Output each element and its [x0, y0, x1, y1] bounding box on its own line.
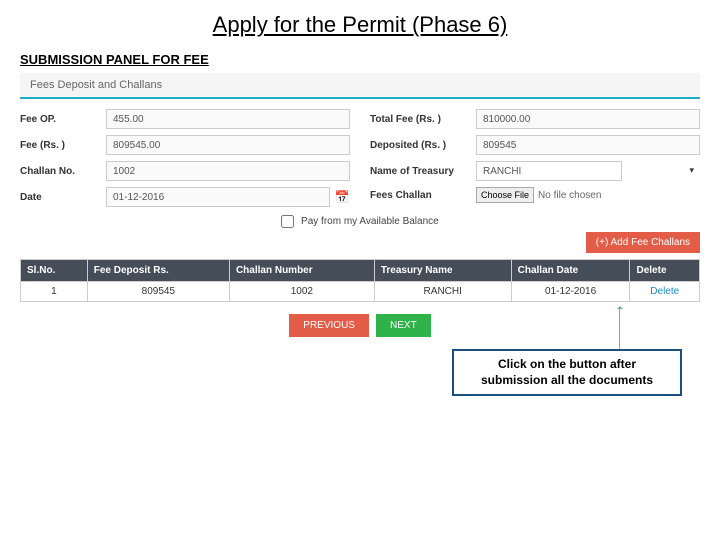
- challan-no-label: Challan No.: [20, 166, 100, 177]
- col-challan-number: Challan Number: [229, 260, 374, 282]
- date-label: Date: [20, 192, 100, 203]
- challans-table: Sl.No. Fee Deposit Rs. Challan Number Tr…: [20, 259, 700, 302]
- previous-button[interactable]: PREVIOUS: [289, 314, 369, 337]
- page-title: Apply for the Permit (Phase 6): [0, 12, 720, 38]
- next-button[interactable]: NEXT: [376, 314, 431, 337]
- treasury-select[interactable]: [476, 161, 622, 181]
- fee-op-label: Fee OP.: [20, 114, 100, 125]
- fee-rs-label: Fee (Rs. ): [20, 140, 100, 151]
- col-deposit: Fee Deposit Rs.: [87, 260, 229, 282]
- col-slno: Sl.No.: [21, 260, 88, 282]
- section-title: SUBMISSION PANEL FOR FEE: [20, 52, 720, 67]
- cell-challan-date: 01-12-2016: [511, 282, 630, 302]
- col-treasury: Treasury Name: [374, 260, 511, 282]
- fees-challan-label: Fees Challan: [370, 190, 470, 201]
- col-delete: Delete: [630, 260, 700, 282]
- choose-file-button[interactable]: Choose File: [476, 187, 534, 203]
- date-input[interactable]: [106, 187, 330, 207]
- cell-treasury: RANCHI: [374, 282, 511, 302]
- deposited-label: Deposited (Rs. ): [370, 140, 470, 151]
- pay-balance-checkbox[interactable]: [281, 215, 294, 228]
- cell-challan-number: 1002: [229, 282, 374, 302]
- callout-box: Click on the button after submission all…: [452, 349, 682, 396]
- col-challan-date: Challan Date: [511, 260, 630, 282]
- treasury-label: Name of Treasury: [370, 166, 470, 177]
- calendar-icon[interactable]: 📅: [334, 189, 350, 205]
- table-row: 1 809545 1002 RANCHI 01-12-2016 Delete: [21, 282, 700, 302]
- delete-link[interactable]: Delete: [650, 286, 679, 297]
- challan-no-input[interactable]: [106, 161, 350, 181]
- total-fee-input[interactable]: [476, 109, 700, 129]
- deposited-input[interactable]: [476, 135, 700, 155]
- cell-deposit: 809545: [87, 282, 229, 302]
- chevron-down-icon: ▾: [689, 165, 694, 176]
- cell-slno: 1: [21, 282, 88, 302]
- add-fee-challans-button[interactable]: (+) Add Fee Challans: [586, 232, 700, 253]
- fee-rs-input[interactable]: [106, 135, 350, 155]
- total-fee-label: Total Fee (Rs. ): [370, 114, 470, 125]
- no-file-text: No file chosen: [538, 190, 601, 201]
- pay-balance-label: Pay from my Available Balance: [301, 216, 439, 227]
- fee-op-input[interactable]: [106, 109, 350, 129]
- panel-header: Fees Deposit and Challans: [20, 73, 700, 99]
